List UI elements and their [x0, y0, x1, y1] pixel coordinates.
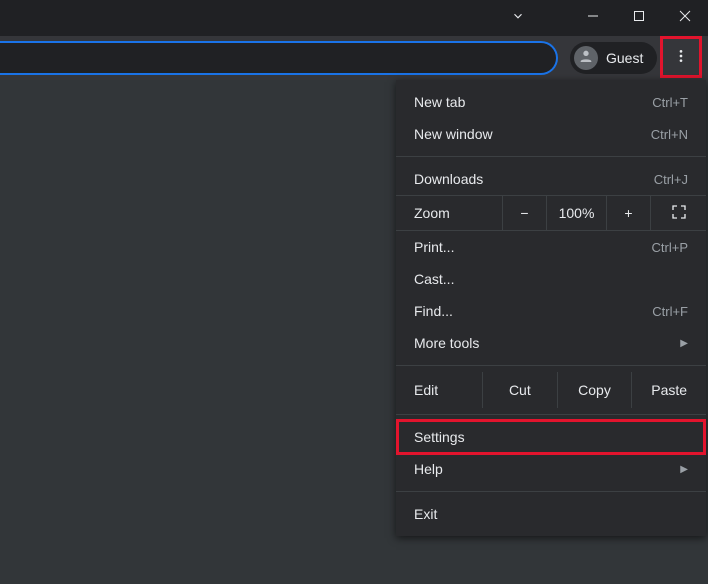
menu-item-new-tab[interactable]: New tab Ctrl+T — [396, 86, 706, 118]
tab-search-button[interactable] — [500, 0, 536, 36]
menu-item-new-window[interactable]: New window Ctrl+N — [396, 118, 706, 150]
menu-shortcut: Ctrl+N — [651, 127, 688, 142]
chevron-right-icon: ▶ — [680, 464, 688, 475]
menu-label: Copy — [578, 382, 611, 398]
zoom-value: 100% — [546, 195, 606, 231]
close-icon — [679, 9, 691, 27]
menu-label: Edit — [414, 382, 438, 398]
maximize-icon — [633, 9, 645, 27]
plus-icon: + — [624, 205, 632, 221]
menu-shortcut: Ctrl+J — [654, 172, 688, 187]
menu-separator — [396, 156, 706, 157]
menu-label: New window — [414, 126, 493, 142]
minus-icon: − — [520, 205, 528, 221]
menu-item-settings[interactable]: Settings — [396, 421, 706, 453]
menu-item-cast[interactable]: Cast... — [396, 263, 706, 295]
edit-copy-button[interactable]: Copy — [557, 372, 632, 408]
menu-label: New tab — [414, 94, 465, 110]
main-menu-button[interactable] — [665, 42, 697, 74]
menu-item-help[interactable]: Help ▶ — [396, 453, 706, 485]
menu-label: Downloads — [414, 171, 483, 187]
menu-item-zoom: Zoom − 100% + — [396, 195, 706, 231]
profile-button[interactable]: Guest — [570, 42, 657, 74]
chevron-right-icon: ▶ — [680, 338, 688, 349]
menu-item-find[interactable]: Find... Ctrl+F — [396, 295, 706, 327]
menu-shortcut: Ctrl+F — [652, 304, 688, 319]
menu-item-print[interactable]: Print... Ctrl+P — [396, 231, 706, 263]
menu-label: Help — [414, 461, 443, 477]
menu-label: Settings — [414, 429, 465, 445]
menu-label: Print... — [414, 239, 454, 255]
kebab-icon — [673, 48, 689, 69]
menu-label: Zoom — [414, 205, 450, 221]
avatar — [574, 46, 598, 70]
maximize-button[interactable] — [616, 0, 662, 36]
fullscreen-button[interactable] — [650, 195, 706, 231]
menu-shortcut: Ctrl+T — [652, 95, 688, 110]
main-menu: New tab Ctrl+T New window Ctrl+N Downloa… — [396, 80, 706, 536]
fullscreen-icon — [671, 204, 687, 223]
menu-label: Cut — [509, 382, 531, 398]
menu-separator — [396, 365, 706, 366]
toolbar: Guest — [0, 36, 708, 80]
window-controls — [570, 0, 708, 36]
menu-label: Cast... — [414, 271, 454, 287]
edit-cut-button[interactable]: Cut — [482, 372, 557, 408]
chevron-down-icon — [511, 9, 525, 28]
menu-shortcut: Ctrl+P — [652, 240, 688, 255]
menu-item-downloads[interactable]: Downloads Ctrl+J — [396, 163, 706, 195]
minimize-button[interactable] — [570, 0, 616, 36]
menu-item-exit[interactable]: Exit — [396, 498, 706, 530]
address-bar[interactable] — [0, 41, 558, 75]
menu-label: More tools — [414, 335, 479, 351]
menu-separator — [396, 491, 706, 492]
edit-paste-button[interactable]: Paste — [631, 372, 706, 408]
person-icon — [578, 48, 594, 69]
menu-item-edit: Edit Cut Copy Paste — [396, 372, 706, 408]
minimize-icon — [587, 9, 599, 27]
menu-label: Find... — [414, 303, 453, 319]
menu-label: Paste — [651, 382, 687, 398]
zoom-out-button[interactable]: − — [502, 195, 546, 231]
menu-item-more-tools[interactable]: More tools ▶ — [396, 327, 706, 359]
menu-separator — [396, 414, 706, 415]
menu-label: Exit — [414, 506, 437, 522]
zoom-in-button[interactable]: + — [606, 195, 650, 231]
profile-label: Guest — [606, 50, 643, 66]
close-window-button[interactable] — [662, 0, 708, 36]
